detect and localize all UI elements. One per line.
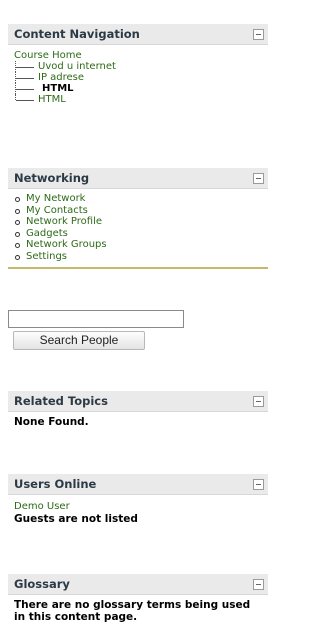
tree-item-html-current: HTML — [14, 83, 268, 94]
collapse-icon[interactable] — [253, 29, 264, 40]
glossary-message: There are no glossary terms being used i… — [14, 599, 251, 623]
users-online-header: Users Online — [8, 474, 268, 495]
nav-link-my-contacts[interactable]: My Contacts — [14, 205, 268, 217]
nav-link-settings[interactable]: Settings — [14, 251, 268, 263]
users-online-title: Users Online — [14, 477, 97, 491]
networking-divider — [8, 267, 268, 269]
glossary-title: Glossary — [14, 577, 70, 591]
networking-title: Networking — [14, 171, 90, 185]
glossary-panel: Glossary There are no glossary terms bei… — [8, 574, 268, 623]
glossary-header: Glossary — [8, 574, 268, 595]
networking-links: My Network My Contacts Network Profile G… — [8, 193, 268, 262]
users-online-panel: Users Online Demo User Guests are not li… — [8, 474, 268, 525]
related-topics-panel: Related Topics None Found. — [8, 391, 268, 428]
content-navigation-header: Content Navigation — [8, 24, 268, 45]
networking-header: Networking — [8, 168, 268, 189]
related-topics-header: Related Topics — [8, 391, 268, 412]
tree-item-html[interactable]: HTML — [14, 94, 268, 105]
collapse-icon[interactable] — [253, 479, 264, 490]
related-topics-title: Related Topics — [14, 394, 108, 408]
search-people-button[interactable]: Search People — [13, 331, 145, 350]
related-topics-message: None Found. — [14, 416, 89, 428]
tree-item-uvod-u-internet[interactable]: Uvod u internet — [14, 61, 268, 72]
online-user-link[interactable]: Demo User — [8, 501, 268, 512]
search-people-input[interactable] — [8, 310, 184, 328]
collapse-icon[interactable] — [253, 396, 264, 407]
content-navigation-title: Content Navigation — [14, 27, 140, 41]
content-navigation-panel: Content Navigation Course Home Uvod u in… — [8, 24, 268, 105]
nav-link-network-groups[interactable]: Network Groups — [14, 239, 268, 251]
content-navigation-tree: Course Home Uvod u internet IP adrese HT… — [8, 50, 268, 105]
nav-link-network-profile[interactable]: Network Profile — [14, 216, 268, 228]
tree-item-course-home[interactable]: Course Home — [14, 50, 268, 61]
collapse-icon[interactable] — [253, 579, 264, 590]
tree-item-ip-adrese[interactable]: IP adrese — [14, 72, 268, 83]
nav-link-my-network[interactable]: My Network — [14, 193, 268, 205]
nav-link-gadgets[interactable]: Gadgets — [14, 228, 268, 240]
networking-panel: Networking My Network My Contacts Networ… — [8, 168, 268, 269]
collapse-icon[interactable] — [253, 173, 264, 184]
guests-message: Guests are not listed — [14, 513, 138, 525]
